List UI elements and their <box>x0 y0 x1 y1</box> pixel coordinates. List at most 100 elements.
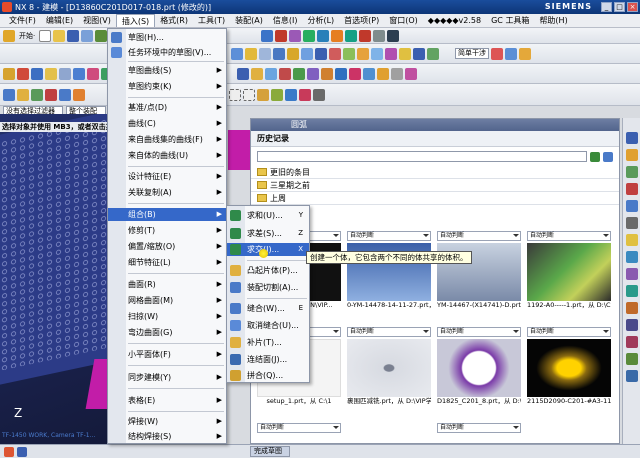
system-scenes-icon[interactable] <box>625 319 638 331</box>
replace-face-icon[interactable] <box>427 47 439 60</box>
folder-last-week[interactable]: 上周 <box>251 192 619 205</box>
reuse-library-icon[interactable] <box>625 183 638 195</box>
thumb-dropdown[interactable]: 自动判断 <box>437 327 521 337</box>
shell-icon[interactable] <box>343 47 355 60</box>
boss-icon[interactable] <box>287 47 299 60</box>
history-icon[interactable] <box>625 234 638 246</box>
open-icon[interactable] <box>53 29 66 42</box>
menu-gc-toolbox[interactable]: GC 工具箱 <box>486 14 534 27</box>
thumb-dropdown[interactable]: 自动判断 <box>347 327 431 337</box>
insert-flange-surface-item[interactable]: 弯边曲面(G) ▶ <box>108 326 226 339</box>
layer-set-icon[interactable] <box>387 29 400 42</box>
thumb-dropdown[interactable]: 自动判断 <box>257 423 341 433</box>
offset-surface-icon[interactable] <box>307 67 319 80</box>
pocket-icon[interactable] <box>301 47 313 60</box>
close-button[interactable]: × <box>627 2 638 12</box>
history-item[interactable]: 自动判断 2115D2090-C201-#A3-11.prt，从 D:\CHUA… <box>527 327 611 415</box>
patch-item[interactable]: 补片(T)... <box>227 336 309 349</box>
thumb-dropdown[interactable]: 自动判断 <box>437 231 521 241</box>
body-icon[interactable] <box>73 88 85 101</box>
insert-offset-scale-item[interactable]: 偏置/缩放(O) ▶ <box>108 240 226 253</box>
nsided-icon[interactable] <box>265 67 277 80</box>
hd3d-icon[interactable] <box>625 200 638 212</box>
move-icon[interactable] <box>505 47 517 60</box>
menu-file[interactable]: 文件(F) <box>4 14 41 27</box>
save-icon[interactable] <box>67 29 80 42</box>
merge-item[interactable]: 拼合(Q)... <box>227 369 309 382</box>
fill-icon[interactable] <box>377 67 389 80</box>
center-icon[interactable] <box>285 88 297 101</box>
clock-icon[interactable] <box>625 370 638 382</box>
menu-analysis[interactable]: 分析(L) <box>302 14 339 27</box>
menu-assembly[interactable]: 装配(A) <box>230 14 268 27</box>
box-select-icon[interactable] <box>229 88 241 101</box>
divide-face-icon[interactable] <box>391 67 403 80</box>
menu-insert[interactable]: 插入(S) <box>115 14 156 27</box>
go-icon[interactable] <box>590 151 600 162</box>
trim-body-icon[interactable] <box>399 47 411 60</box>
block-icon[interactable] <box>3 67 15 80</box>
insert-detail-feature-item[interactable]: 细节特征(L) ▶ <box>108 256 226 269</box>
measure-icon[interactable] <box>345 29 358 42</box>
extension-icon[interactable] <box>293 67 305 80</box>
insert-sketch-curve-item[interactable]: 草图曲线(S) ▶ <box>108 64 226 77</box>
menu-help[interactable]: 帮助(H) <box>534 14 572 27</box>
mirror-icon[interactable] <box>385 47 397 60</box>
menu-view[interactable]: 视图(V) <box>78 14 116 27</box>
subtract-icon[interactable] <box>73 67 85 80</box>
trim-sheet-icon[interactable] <box>321 67 333 80</box>
minimize-button[interactable]: _ <box>601 2 612 12</box>
blend-icon[interactable] <box>315 47 327 60</box>
unsew-item[interactable]: 取消缝合(U)... <box>227 319 309 332</box>
menu-preferences[interactable]: 首选项(P) <box>339 14 384 27</box>
unite-icon[interactable] <box>59 67 71 80</box>
history-item[interactable]: 自动判断 0-YM-14478-14-11-27.prt，从 D:\D盘\CHU… <box>347 231 431 319</box>
sphere-icon[interactable] <box>45 67 57 80</box>
bridge-icon[interactable] <box>279 67 291 80</box>
offset-face-icon[interactable] <box>413 47 425 60</box>
quicklaunch-icon[interactable] <box>17 446 27 457</box>
analysis-icon[interactable] <box>359 29 372 42</box>
intersect-icon[interactable] <box>87 67 99 80</box>
thumb-dropdown[interactable]: 自动判断 <box>527 327 611 337</box>
assembly-icon[interactable] <box>519 47 531 60</box>
web-browser-icon[interactable] <box>625 217 638 229</box>
roles-icon[interactable] <box>625 302 638 314</box>
insert-structure-weld-item[interactable]: 结构焊接(S) ▶ <box>108 430 226 443</box>
patch-icon[interactable] <box>349 67 361 80</box>
start-button[interactable]: 开始· <box>17 31 37 41</box>
edge-icon[interactable] <box>45 88 57 101</box>
menu-plugin[interactable]: ◆◆◆◆◆v2.58 <box>423 14 486 27</box>
insert-curve-item[interactable]: 曲线(C) ▶ <box>108 117 226 130</box>
palette-icon[interactable] <box>625 336 638 348</box>
history-item[interactable]: 自动判断 YM-14467-(X14741)-D.prt，从 D:\CHUAN\… <box>437 231 521 319</box>
insert-sync-modeling-item[interactable]: 同步建模(Y) ▶ <box>108 371 226 384</box>
insert-associative-copy-item[interactable]: 关联复制(A) ▶ <box>108 186 226 199</box>
intersect-item[interactable]: 求交(I)...X <box>227 243 309 256</box>
insert-curve-from-curves-item[interactable]: 来自曲线集的曲线(F) ▶ <box>108 133 226 146</box>
insert-sketch-item[interactable]: 草图(H)... <box>108 31 226 44</box>
menu-tools[interactable]: 工具(T) <box>193 14 230 27</box>
swept-icon[interactable] <box>251 67 263 80</box>
extrude-icon[interactable] <box>245 47 257 60</box>
thumb-dropdown[interactable]: 自动判断 <box>347 231 431 241</box>
history-item[interactable]: 自动判断 <box>437 423 521 433</box>
delete-icon[interactable] <box>491 47 503 60</box>
folder-three-weeks[interactable]: 三星期之前 <box>251 179 619 192</box>
constraint-navigator-icon[interactable] <box>625 149 638 161</box>
quadrant-icon[interactable] <box>313 88 325 101</box>
insert-design-feature-item[interactable]: 设计特征(E) ▶ <box>108 170 226 183</box>
hide-icon[interactable] <box>373 29 386 42</box>
history-item[interactable]: 自动判断 1192-A0-----1.prt，从 D:\CHUAN\VIP... <box>527 231 611 319</box>
sketch-icon[interactable] <box>231 47 243 60</box>
color-icon[interactable] <box>275 29 288 42</box>
cylinder-icon[interactable] <box>17 67 29 80</box>
tangent-icon[interactable] <box>299 88 311 101</box>
through-curves-icon[interactable] <box>237 67 249 80</box>
finish-sketch-button[interactable]: 完成草图 <box>250 446 290 457</box>
history-item[interactable]: 自动判断 <box>257 423 341 433</box>
feature-icon[interactable] <box>261 29 274 42</box>
select-icon[interactable] <box>3 88 15 101</box>
assembly-navigator-icon[interactable] <box>625 132 638 144</box>
thumb-dropdown[interactable]: 自动判断 <box>437 423 521 433</box>
